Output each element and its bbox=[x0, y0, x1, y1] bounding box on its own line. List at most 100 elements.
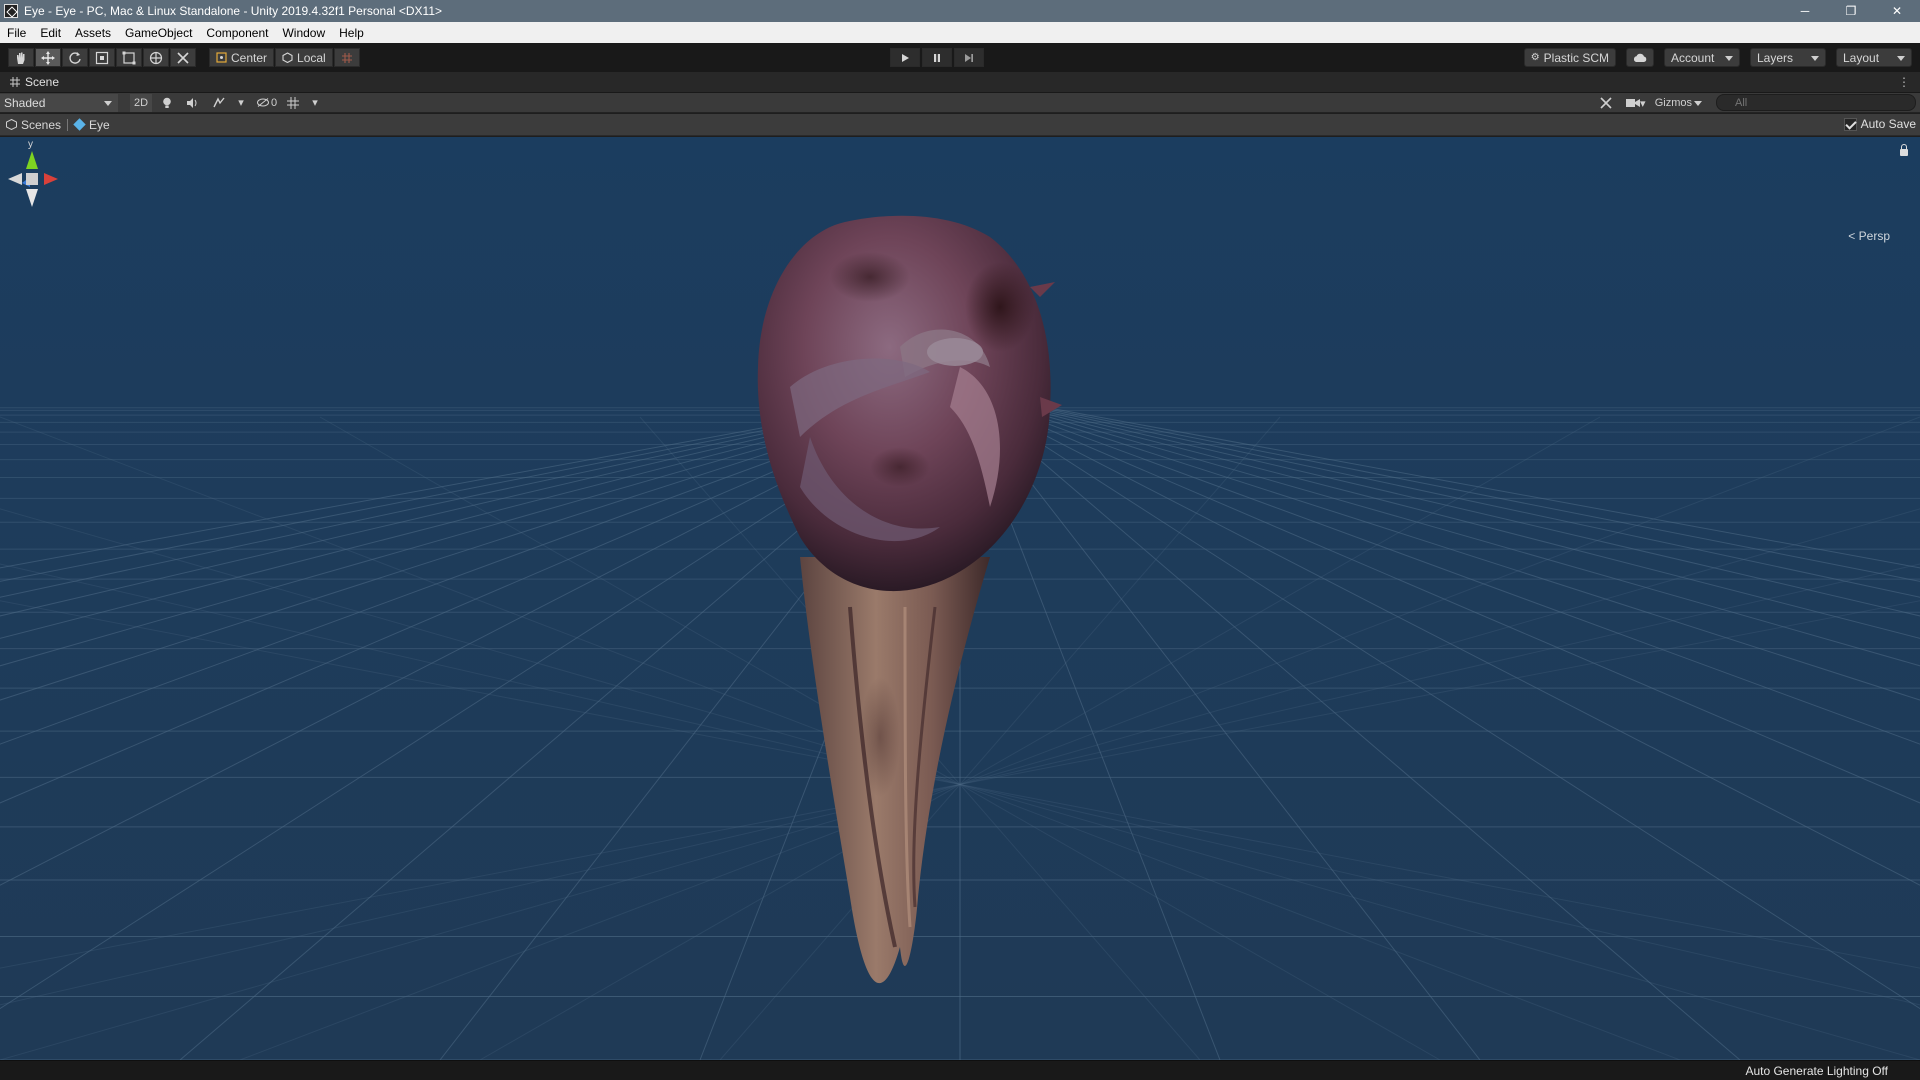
menu-gameobject[interactable]: GameObject bbox=[118, 26, 199, 40]
tab-scene[interactable]: Scene bbox=[0, 75, 69, 89]
cloud-button[interactable] bbox=[1626, 48, 1654, 67]
breadcrumb-scenes-label: Scenes bbox=[21, 117, 62, 132]
scale-tool-button[interactable] bbox=[89, 48, 115, 67]
toolbar-right: ⚙ Plastic SCM Account Layers Layout bbox=[1523, 48, 1912, 67]
2d-toggle-button[interactable]: 2D bbox=[130, 93, 153, 112]
tools-icon bbox=[1600, 97, 1612, 109]
orientation-gizmo[interactable]: y bbox=[0, 137, 80, 237]
play-button[interactable] bbox=[890, 48, 920, 67]
gizmo-center-cube[interactable] bbox=[26, 173, 38, 185]
status-bar: Auto Generate Lighting Off bbox=[0, 1060, 1920, 1080]
account-dropdown[interactable]: Account bbox=[1664, 48, 1740, 67]
minimize-button[interactable]: ─ bbox=[1782, 0, 1828, 22]
move-icon bbox=[41, 50, 55, 65]
draw-mode-dropdown[interactable]: Shaded bbox=[0, 93, 118, 112]
unity-logo-icon bbox=[4, 4, 18, 18]
autosave-label: Auto Save bbox=[1860, 117, 1916, 131]
rect-tool-button[interactable] bbox=[116, 48, 142, 67]
2d-label: 2D bbox=[134, 96, 149, 109]
scene-tab-bar: Scene ⋮ bbox=[0, 72, 1920, 93]
scene-toolbar-right: ▾ Gizmos bbox=[1591, 94, 1708, 112]
transform-tools bbox=[8, 48, 197, 67]
pivot-local-button[interactable]: Local bbox=[275, 48, 333, 67]
status-message: Auto Generate Lighting Off bbox=[1745, 1064, 1888, 1078]
grid-dropdown-arrow[interactable]: ▾ bbox=[304, 94, 326, 112]
tab-menu-icon[interactable]: ⋮ bbox=[1898, 75, 1910, 89]
play-controls bbox=[890, 48, 986, 67]
window-title: Eye - Eye - PC, Mac & Linux Standalone -… bbox=[24, 4, 443, 18]
scene-viewport[interactable]: y < Persp bbox=[0, 137, 1920, 1060]
eye-slash-icon bbox=[257, 98, 269, 107]
scale-icon bbox=[95, 51, 109, 64]
scene-grid-icon bbox=[10, 77, 20, 87]
pivot-center-button[interactable]: Center bbox=[209, 48, 275, 67]
breadcrumb-scenes[interactable]: Scenes bbox=[0, 118, 67, 132]
tools-icon bbox=[177, 51, 189, 64]
lighting-toggle-button[interactable] bbox=[156, 94, 178, 112]
transform-icon bbox=[149, 51, 163, 64]
scene-search-input[interactable] bbox=[1716, 94, 1916, 111]
gizmo-x-axis[interactable] bbox=[44, 173, 58, 185]
projection-label-text: Persp bbox=[1858, 229, 1890, 243]
breadcrumb-current-label: Eye bbox=[89, 117, 110, 132]
account-label: Account bbox=[1671, 50, 1715, 65]
title-bar: Eye - Eye - PC, Mac & Linux Standalone -… bbox=[0, 0, 1920, 22]
menu-bar: File Edit Assets GameObject Component Wi… bbox=[0, 22, 1920, 43]
grid-snap-icon bbox=[341, 52, 352, 63]
speaker-icon bbox=[187, 97, 197, 108]
restore-button[interactable]: ❐ bbox=[1828, 0, 1874, 22]
effects-toggle-button[interactable] bbox=[208, 94, 230, 112]
lightbulb-icon bbox=[163, 97, 171, 108]
hand-tool-button[interactable] bbox=[8, 48, 34, 67]
plastic-scm-button[interactable]: ⚙ Plastic SCM bbox=[1523, 48, 1616, 67]
menu-assets[interactable]: Assets bbox=[68, 26, 118, 40]
pivot-group: Center Local bbox=[209, 48, 361, 67]
lock-icon[interactable] bbox=[1900, 144, 1908, 156]
grid-snap-button[interactable] bbox=[333, 48, 360, 67]
autosave-toggle[interactable]: Auto Save bbox=[1843, 117, 1916, 131]
menu-help[interactable]: Help bbox=[332, 26, 371, 40]
gizmo-neg-x-axis[interactable] bbox=[8, 173, 22, 185]
step-button[interactable] bbox=[954, 48, 984, 67]
breadcrumb-current[interactable]: Eye bbox=[68, 118, 116, 132]
eye-model bbox=[757, 215, 1062, 984]
effects-dropdown-arrow[interactable]: ▾ bbox=[230, 94, 252, 112]
cloud-icon bbox=[1633, 53, 1647, 62]
scene-breadcrumb: Scenes Eye Auto Save bbox=[0, 114, 1920, 136]
rotate-tool-button[interactable] bbox=[62, 48, 88, 67]
pause-button[interactable] bbox=[922, 48, 952, 67]
scene-toolbar: Shaded 2D ▾ 0 ▾ ▾ Gizmos bbox=[0, 93, 1920, 113]
menu-file[interactable]: File bbox=[0, 26, 33, 40]
local-space-icon bbox=[282, 52, 293, 63]
scene-tools-button[interactable] bbox=[1595, 94, 1617, 112]
grid-visibility-button[interactable] bbox=[282, 94, 304, 112]
audio-toggle-button[interactable] bbox=[182, 94, 204, 112]
layers-dropdown[interactable]: Layers bbox=[1750, 48, 1826, 67]
transform-tool-button[interactable] bbox=[143, 48, 169, 67]
projection-label[interactable]: < Persp bbox=[1848, 229, 1890, 243]
rotate-icon bbox=[69, 51, 81, 64]
move-tool-button[interactable] bbox=[35, 48, 61, 67]
menu-edit[interactable]: Edit bbox=[33, 26, 68, 40]
menu-window[interactable]: Window bbox=[275, 26, 332, 40]
model-bulb bbox=[927, 338, 983, 366]
gizmo-y-label: y bbox=[28, 139, 33, 150]
hidden-objects-button[interactable]: 0 bbox=[256, 94, 278, 112]
gizmo-neg-y-axis[interactable] bbox=[26, 189, 38, 207]
menu-component[interactable]: Component bbox=[199, 26, 275, 40]
gizmos-dropdown[interactable]: Gizmos bbox=[1655, 94, 1708, 112]
pivot-local-label: Local bbox=[297, 50, 326, 65]
close-button[interactable]: ✕ bbox=[1874, 0, 1920, 22]
plastic-scm-icon: ⚙ bbox=[1530, 52, 1540, 63]
step-icon bbox=[965, 53, 973, 62]
layout-label: Layout bbox=[1843, 50, 1880, 65]
camera-button[interactable]: ▾ bbox=[1625, 94, 1647, 112]
layers-label: Layers bbox=[1757, 50, 1794, 65]
autosave-checkbox[interactable] bbox=[1843, 117, 1857, 131]
camera-dropdown-arrow: ▾ bbox=[1639, 97, 1646, 110]
effects-icon bbox=[213, 97, 225, 108]
custom-tool-button[interactable] bbox=[170, 48, 196, 67]
gizmo-y-axis[interactable] bbox=[26, 151, 38, 169]
plastic-scm-label: Plastic SCM bbox=[1543, 50, 1609, 65]
layout-dropdown[interactable]: Layout bbox=[1836, 48, 1912, 67]
